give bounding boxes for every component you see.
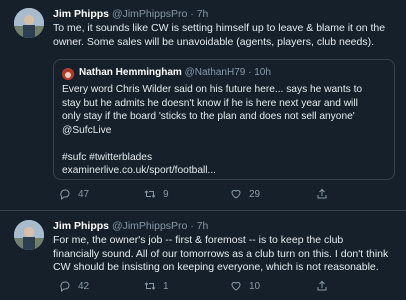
reply-count: 47 bbox=[78, 188, 90, 200]
retweet-icon bbox=[144, 190, 156, 198]
tweet-header: Jim Phipps @JimPhippsPro · 7h bbox=[53, 8, 208, 20]
quote-avatar bbox=[62, 68, 74, 80]
separator: · bbox=[190, 220, 194, 232]
action-bar: 47 9 29 bbox=[0, 187, 406, 201]
like-button[interactable]: 10 bbox=[230, 279, 260, 293]
quote-timestamp: 10h bbox=[254, 67, 271, 78]
separator: · bbox=[190, 8, 194, 20]
retweet-button[interactable]: 1 bbox=[144, 279, 169, 293]
tweet[interactable]: Jim Phipps @JimPhippsPro · 7h For me, th… bbox=[0, 211, 406, 300]
retweet-count: 1 bbox=[163, 280, 169, 292]
share-icon bbox=[317, 188, 327, 199]
quoted-tweet[interactable]: Nathan Hemmingham @NathanH79 · 10h Every… bbox=[53, 59, 395, 180]
avatar[interactable] bbox=[14, 8, 44, 38]
share-button[interactable] bbox=[316, 187, 328, 201]
quote-header: Nathan Hemmingham @NathanH79 · 10h bbox=[79, 67, 271, 78]
tweet-text: For me, the owner's job -- first & forem… bbox=[53, 234, 389, 273]
quote-text: Every word Chris Wilder said on his futu… bbox=[62, 84, 363, 176]
tweet[interactable]: Jim Phipps @JimPhippsPro · 7h To me, it … bbox=[0, 0, 406, 210]
separator: · bbox=[248, 67, 252, 78]
like-count: 10 bbox=[249, 280, 261, 292]
author-name[interactable]: Jim Phipps bbox=[53, 8, 109, 20]
author-handle[interactable]: @JimPhippsPro bbox=[112, 220, 187, 232]
share-button[interactable] bbox=[316, 279, 328, 293]
reply-button[interactable]: 47 bbox=[59, 187, 89, 201]
tweet-text: To me, it sounds like CW is setting hims… bbox=[53, 22, 386, 48]
timestamp[interactable]: 7h bbox=[197, 8, 209, 20]
like-count: 29 bbox=[249, 188, 261, 200]
tweet-header: Jim Phipps @JimPhippsPro · 7h bbox=[53, 220, 208, 232]
author-name[interactable]: Jim Phipps bbox=[53, 220, 109, 232]
quote-author-name: Nathan Hemmingham bbox=[79, 67, 182, 78]
like-button[interactable]: 29 bbox=[230, 187, 260, 201]
retweet-button[interactable]: 9 bbox=[144, 187, 169, 201]
avatar[interactable] bbox=[14, 220, 44, 250]
action-bar: 42 1 10 bbox=[0, 279, 406, 293]
like-icon bbox=[231, 189, 241, 199]
retweet-icon bbox=[144, 282, 156, 290]
author-handle[interactable]: @JimPhippsPro bbox=[112, 8, 187, 20]
reply-icon bbox=[60, 189, 70, 200]
reply-icon bbox=[60, 281, 70, 292]
quote-author-handle: @NathanH79 bbox=[184, 67, 246, 78]
reply-count: 42 bbox=[78, 280, 90, 292]
retweet-count: 9 bbox=[163, 188, 169, 200]
reply-button[interactable]: 42 bbox=[59, 279, 89, 293]
like-icon bbox=[231, 281, 241, 291]
timestamp[interactable]: 7h bbox=[197, 220, 209, 232]
share-icon bbox=[317, 280, 327, 291]
